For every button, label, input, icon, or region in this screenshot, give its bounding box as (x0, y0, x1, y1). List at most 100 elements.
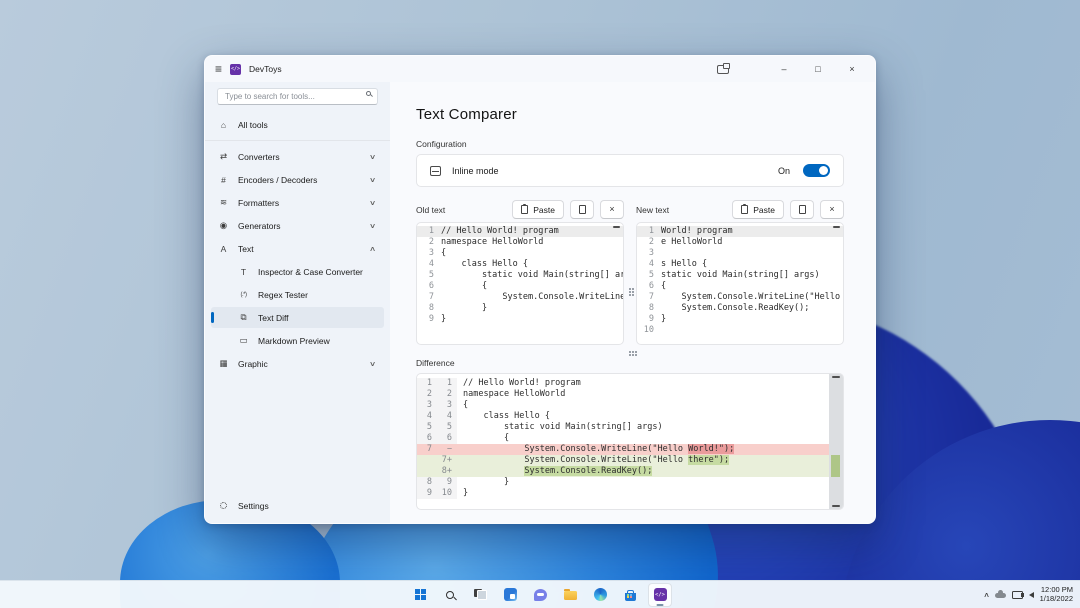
old-text-label: Old text (416, 205, 506, 219)
new-open-file-button[interactable] (790, 200, 814, 219)
close-button[interactable]: × (839, 64, 865, 74)
old-line-number: 7 (417, 444, 437, 455)
diff-code-text: System.Console.WriteLine("Hello there"); (457, 455, 829, 466)
taskbar-task-view-button[interactable] (468, 583, 492, 607)
start-icon (415, 589, 426, 600)
main-content: Text Comparer Configuration Inline mode … (390, 82, 875, 523)
titlebar[interactable]: ≡ DevToys – □ × (205, 56, 875, 82)
volume-icon[interactable] (1029, 592, 1034, 598)
line-number: 7 (417, 292, 441, 303)
old-line-number: 6 (417, 433, 437, 444)
sidebar-item-generators[interactable]: ◉Generators∨ (211, 215, 384, 236)
widgets-icon (504, 588, 517, 601)
sidebar-item-label: Text (238, 244, 361, 254)
minimize-button[interactable]: – (771, 64, 797, 74)
editor-line: 9} (417, 314, 623, 325)
sidebar-item-encoders-decoders[interactable]: #Encoders / Decoders∨ (211, 169, 384, 190)
taskbar-store-button[interactable] (618, 583, 642, 607)
scrollbar-thumb[interactable] (833, 226, 840, 228)
vertical-splitter-grip[interactable] (629, 288, 631, 290)
sidebar-item-converters[interactable]: ⇄Converters∨ (211, 146, 384, 167)
diff-code-text: } (457, 477, 829, 488)
graphic-icon: ▦ (218, 358, 229, 369)
line-number: 3 (637, 248, 661, 259)
old-line-number: 3 (417, 400, 437, 411)
horizontal-splitter[interactable] (416, 345, 844, 358)
maximize-button[interactable]: □ (805, 64, 831, 74)
sidebar-item-markdown-preview[interactable]: ▭Markdown Preview (211, 330, 384, 351)
code-text: { (441, 281, 487, 292)
old-line-number: 2 (417, 389, 437, 400)
sidebar-item-graphic[interactable]: ▦Graphic∨ (211, 353, 384, 374)
taskbar-edge-button[interactable] (588, 583, 612, 607)
sidebar-item-text[interactable]: AText∧ (211, 238, 384, 259)
taskbar-search-button[interactable] (438, 583, 462, 607)
code-text: s Hello { (661, 259, 707, 270)
markdown-icon: ▭ (238, 335, 249, 346)
generators-icon: ◉ (218, 220, 229, 231)
diff-row-same: 910} (417, 488, 829, 499)
taskbar-widgets-button[interactable] (498, 583, 522, 607)
new-paste-button[interactable]: Paste (732, 200, 784, 219)
code-text: System.Console.WriteLine("Hello th (661, 292, 843, 303)
code-text: World! program (661, 226, 733, 237)
old-line-number (417, 455, 437, 466)
sidebar-item-text-diff[interactable]: ⧉Text Diff (211, 307, 384, 328)
text-diff-icon: ⧉ (238, 312, 249, 323)
regex-icon: (.*) (238, 292, 249, 298)
hamburger-menu-icon[interactable]: ≡ (215, 63, 222, 75)
search-box (217, 86, 378, 105)
sidebar-item-settings[interactable]: Settings (211, 495, 384, 516)
taskbar-start-button[interactable] (408, 583, 432, 607)
sidebar-item-inspector-case-converter[interactable]: TInspector & Case Converter (211, 261, 384, 282)
taskbar-chat-button[interactable] (528, 583, 552, 607)
taskbar-devtoys-button[interactable] (648, 583, 672, 607)
compact-overlay-icon[interactable] (717, 65, 729, 74)
taskbar-file-explorer-button[interactable] (558, 583, 582, 607)
new-clear-button[interactable]: × (820, 200, 844, 219)
formatters-icon: ≋ (218, 197, 229, 208)
editor-line: 3{ (417, 248, 623, 259)
scrollbar-arrow[interactable] (832, 505, 840, 507)
inline-mode-toggle[interactable] (803, 164, 830, 177)
store-icon (625, 593, 636, 601)
old-text-editor[interactable]: 1// Hello World! program2namespace Hello… (416, 222, 624, 345)
search-icon (446, 591, 454, 599)
diff-row-same: 11// Hello World! program (417, 378, 829, 389)
taskbar: ∧ 12:00 PM 1/18/2022 (0, 580, 1080, 608)
inline-mode-setting: Inline mode On (416, 154, 844, 187)
old-line-number (417, 466, 437, 477)
new-line-number: 8+ (437, 466, 457, 477)
new-text-editor[interactable]: 1World! program2e HelloWorld34s Hello {5… (636, 222, 844, 345)
editor-line: 9} (637, 314, 843, 325)
sidebar-item-formatters[interactable]: ≋Formatters∨ (211, 192, 384, 213)
new-line-number: 6 (437, 433, 457, 444)
sidebar-item-all-tools[interactable]: ⌂ All tools (211, 114, 384, 135)
scrollbar-arrow[interactable] (832, 376, 840, 378)
code-text: // Hello World! program (441, 226, 559, 237)
sidebar-divider (205, 140, 390, 141)
new-line-number: 2 (437, 389, 457, 400)
diff-scrollbar-track[interactable] (829, 374, 843, 509)
scrollbar-thumb[interactable] (613, 226, 620, 228)
search-input[interactable] (217, 88, 378, 105)
editor-line: 3 (637, 248, 843, 259)
sidebar-item-label: Graphic (238, 359, 361, 369)
line-number: 4 (637, 259, 661, 270)
old-paste-button[interactable]: Paste (512, 200, 564, 219)
taskbar-clock[interactable]: 12:00 PM 1/18/2022 (1040, 586, 1073, 603)
new-line-number: 4 (437, 411, 457, 422)
text-icon: A (218, 244, 229, 254)
onedrive-cloud-icon[interactable] (995, 593, 1006, 598)
chevron-down-icon: ∨ (369, 199, 376, 207)
new-line-number: 7+ (437, 455, 457, 466)
old-open-file-button[interactable] (570, 200, 594, 219)
old-clear-button[interactable]: × (600, 200, 624, 219)
new-line-number: 3 (437, 400, 457, 411)
line-number: 9 (417, 314, 441, 325)
configuration-label: Configuration (416, 139, 844, 149)
sidebar-item-regex-tester[interactable]: (.*)Regex Tester (211, 284, 384, 305)
tray-chevron-up-icon[interactable]: ∧ (983, 591, 990, 599)
file-explorer-icon (564, 591, 577, 600)
converters-icon: ⇄ (218, 151, 229, 162)
